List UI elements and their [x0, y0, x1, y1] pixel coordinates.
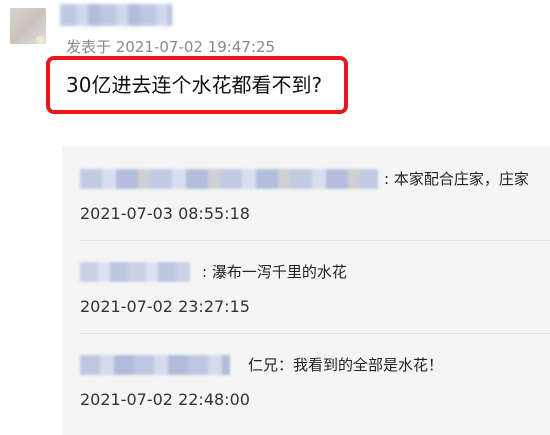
divider: [80, 240, 550, 241]
reply-item: : 本家配合庄家，庄家 2021-07-03 08:55:18: [62, 164, 550, 223]
blurred-username: [80, 355, 230, 375]
blurred-username: [80, 262, 190, 282]
reply-timestamp: 2021-07-03 08:55:18: [80, 204, 250, 223]
post-content-highlighted: 30亿进去连个水花都看不到?: [46, 56, 348, 114]
reply-item: : 瀑布一泻千里的水花 2021-07-02 23:27:15: [62, 257, 550, 316]
reply-timestamp: 2021-07-02 23:27:15: [80, 297, 250, 316]
blurred-username: [60, 4, 172, 26]
post-timestamp: 发表于 2021-07-02 19:47:25: [66, 38, 276, 56]
reply-list: : 本家配合庄家，庄家 2021-07-03 08:55:18 : 瀑布一泻千里…: [62, 146, 550, 435]
divider: [80, 333, 550, 334]
avatar-badge-icon: [36, 36, 44, 44]
reply-text: 仁兄：我看到的全部是水花！: [248, 356, 444, 374]
blurred-username: [80, 169, 378, 189]
reply-timestamp: 2021-07-02 22:48:00: [80, 390, 250, 409]
reply-item: 仁兄：我看到的全部是水花！ 2021-07-02 22:48:00: [62, 350, 550, 409]
reply-text: : 本家配合庄家，庄家: [384, 170, 529, 188]
reply-text: : 瀑布一泻千里的水花: [202, 263, 347, 281]
